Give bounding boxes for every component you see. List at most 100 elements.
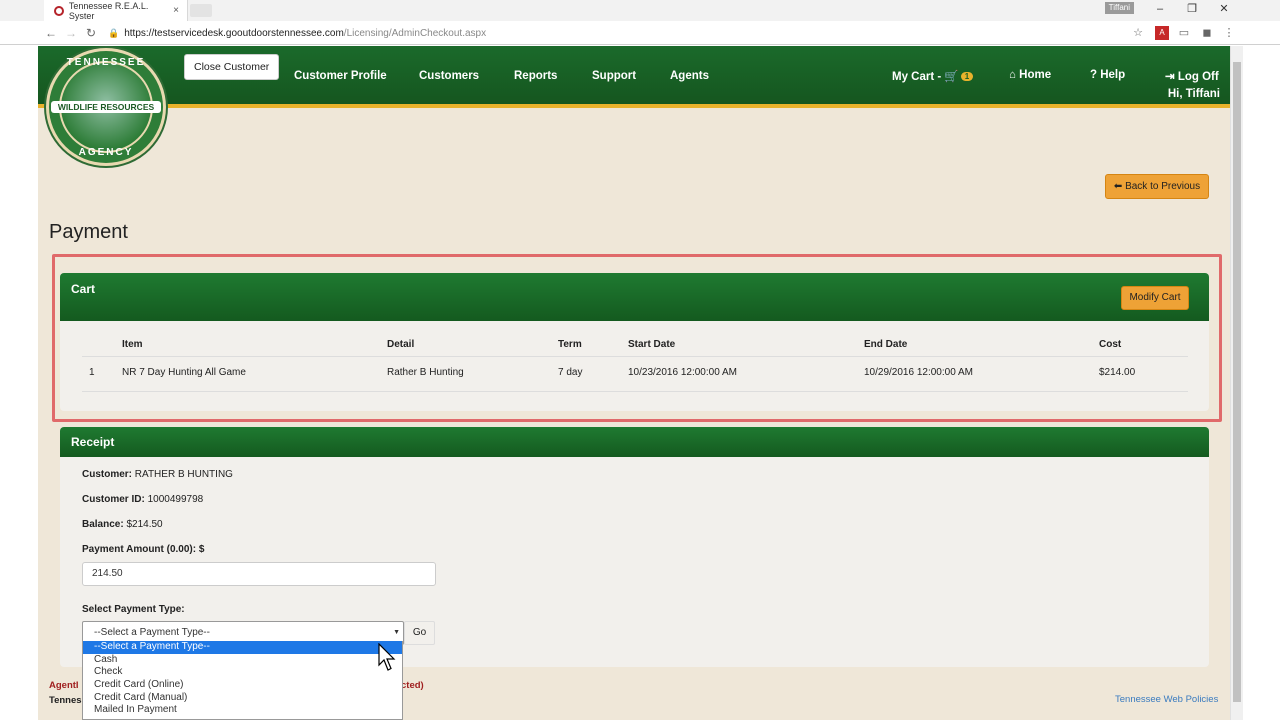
payment-option-cash[interactable]: Cash: [83, 654, 402, 667]
pdf-extension-icon[interactable]: A: [1155, 26, 1169, 40]
back-to-previous-button[interactable]: ⬅ Back to Previous: [1105, 174, 1209, 199]
new-tab-button[interactable]: [190, 4, 212, 17]
close-customer-button[interactable]: Close Customer: [184, 54, 280, 80]
help-label: Help: [1100, 69, 1126, 81]
payment-option-check[interactable]: Check: [83, 666, 402, 679]
balance-field: Balance: $214.50: [82, 519, 163, 530]
row-number: 1: [89, 367, 95, 378]
menu-dots-icon[interactable]: ⋮: [1222, 26, 1236, 40]
row-detail: Rather B Hunting: [387, 367, 464, 378]
logo-bottom-text: AGENCY: [78, 147, 134, 158]
balance-value: $214.50: [126, 519, 163, 530]
table-row-divider: [82, 391, 1188, 392]
url-field[interactable]: 🔒 https://testservicedesk.gooutdoorstenne…: [108, 24, 1148, 42]
url-host: https://testservicedesk.gooutdoorstennes…: [124, 28, 344, 39]
page-scrollbar[interactable]: [1230, 46, 1243, 720]
balance-label: Balance:: [82, 519, 124, 530]
agency-logo[interactable]: TENNESSEE WILDLIFE RESOURCES AGENCY: [46, 48, 166, 166]
footer-agent-text: AgentI: [49, 680, 79, 691]
tab-close-icon[interactable]: ×: [173, 5, 179, 16]
cast-icon[interactable]: ▭: [1177, 26, 1191, 40]
nav-support[interactable]: Support: [592, 70, 636, 82]
receipt-panel-title: Receipt: [71, 435, 115, 449]
favicon-icon: [54, 5, 64, 16]
row-end-date: 10/29/2016 12:00:00 AM: [864, 367, 973, 378]
customer-id-value: 1000499798: [147, 494, 204, 505]
modify-cart-button[interactable]: Modify Cart: [1121, 286, 1189, 310]
logo-top-text: TENNESSEE: [66, 57, 146, 68]
window-user-badge[interactable]: Tiffani: [1104, 2, 1134, 14]
payment-option-mailed[interactable]: Mailed In Payment: [83, 704, 402, 717]
payment-type-dropdown-list: --Select a Payment Type-- Cash Check Cre…: [82, 641, 403, 720]
payment-amount-label: Payment Amount (0.00): $: [82, 544, 204, 555]
home-link[interactable]: ⌂ Home: [1009, 69, 1051, 81]
go-button[interactable]: Go: [404, 621, 435, 645]
greeting-text: Hi, Tiffani: [1167, 88, 1220, 100]
nav-customer-profile[interactable]: Customer Profile: [294, 70, 387, 82]
tab-title: Tennessee R.E.A.L. Syster: [68, 0, 149, 21]
customer-id-label: Customer ID:: [82, 494, 145, 505]
bookmark-star-icon[interactable]: ☆: [1131, 26, 1145, 40]
customer-value: RATHER B HUNTING: [134, 469, 233, 480]
close-window-icon[interactable]: ✕: [1216, 2, 1232, 16]
help-icon: ?: [1090, 69, 1098, 81]
row-start-date: 10/23/2016 12:00:00 AM: [628, 367, 737, 378]
cart-panel: Cart Modify Cart Item Detail Term Start …: [60, 273, 1209, 411]
col-header-cost: Cost: [1099, 339, 1122, 350]
cart-count-badge: 1: [960, 72, 974, 81]
help-link[interactable]: ? Help: [1090, 69, 1125, 81]
customer-field: Customer: RATHER B HUNTING: [82, 469, 233, 480]
mouse-pointer-icon: [378, 643, 396, 671]
cart-panel-header: Cart Modify Cart: [60, 273, 1209, 321]
minimize-icon[interactable]: –: [1152, 2, 1168, 16]
nav-reports[interactable]: Reports: [514, 70, 557, 82]
col-header-detail: Detail: [387, 339, 415, 350]
nav-customers[interactable]: Customers: [419, 70, 479, 82]
log-off-link[interactable]: ⇥ Log Off: [1165, 69, 1219, 83]
arrow-left-icon: ⬅: [1113, 181, 1123, 192]
back-arrow-icon[interactable]: ←: [43, 25, 59, 41]
logo-mid-text: WILDLIFE RESOURCES: [51, 101, 161, 113]
lock-icon: 🔒: [108, 28, 120, 38]
payment-amount-input[interactable]: 214.50: [82, 562, 436, 586]
site-header: Close Customer Customer Profile Customer…: [38, 46, 1230, 108]
nav-agents[interactable]: Agents: [670, 70, 709, 82]
col-header-item: Item: [122, 339, 143, 350]
row-item: NR 7 Day Hunting All Game: [122, 367, 246, 378]
web-policies-link[interactable]: Tennessee Web Policies: [1115, 694, 1218, 705]
footer-tennessee-text: Tennes: [49, 695, 82, 706]
payment-type-label: Select Payment Type:: [82, 604, 185, 615]
receipt-panel: Receipt Customer: RATHER B HUNTING Custo…: [60, 427, 1209, 667]
col-header-end-date: End Date: [864, 339, 908, 350]
address-bar: ← → ↻ 🔒 https://testservicedesk.gooutdoor…: [0, 21, 1280, 45]
extension-icon[interactable]: ◼: [1200, 26, 1214, 40]
payment-option-placeholder[interactable]: --Select a Payment Type--: [83, 641, 402, 654]
footer-protected-text: cted): [401, 680, 424, 691]
customer-label: Customer:: [82, 469, 133, 480]
cart-panel-title: Cart: [71, 282, 96, 296]
home-label: Home: [1019, 69, 1052, 81]
receipt-panel-header: Receipt: [60, 427, 1209, 457]
my-cart-link[interactable]: My Cart - 🛒 1: [892, 69, 974, 83]
log-off-icon: ⇥: [1165, 71, 1175, 83]
log-off-label: Log Off: [1177, 71, 1219, 83]
payment-type-label-text: Select Payment Type:: [82, 604, 185, 615]
my-cart-label: My Cart -: [892, 71, 942, 83]
page-content: Close Customer Customer Profile Customer…: [38, 46, 1230, 720]
home-icon: ⌂: [1009, 69, 1016, 81]
payment-amount-label-text: Payment Amount (0.00): $: [82, 544, 205, 555]
payment-option-credit-manual[interactable]: Credit Card (Manual): [83, 692, 402, 705]
browser-tab-bar: Tennessee R.E.A.L. Syster × Tiffani – ❐ …: [0, 0, 1280, 21]
payment-option-credit-online[interactable]: Credit Card (Online): [83, 679, 402, 692]
browser-tab[interactable]: Tennessee R.E.A.L. Syster ×: [44, 0, 188, 21]
page-title: Payment: [49, 221, 128, 243]
customer-id-field: Customer ID: 1000499798: [82, 494, 203, 505]
scrollbar-thumb[interactable]: [1233, 62, 1241, 702]
reload-icon[interactable]: ↻: [83, 25, 99, 41]
table-header-divider: [82, 356, 1188, 357]
forward-arrow-icon[interactable]: →: [63, 25, 79, 41]
url-path: /Licensing/AdminCheckout.aspx: [343, 28, 487, 39]
restore-icon[interactable]: ❐: [1184, 2, 1200, 16]
payment-type-selected-value: --Select a Payment Type--: [94, 627, 210, 638]
col-header-term: Term: [558, 339, 582, 350]
